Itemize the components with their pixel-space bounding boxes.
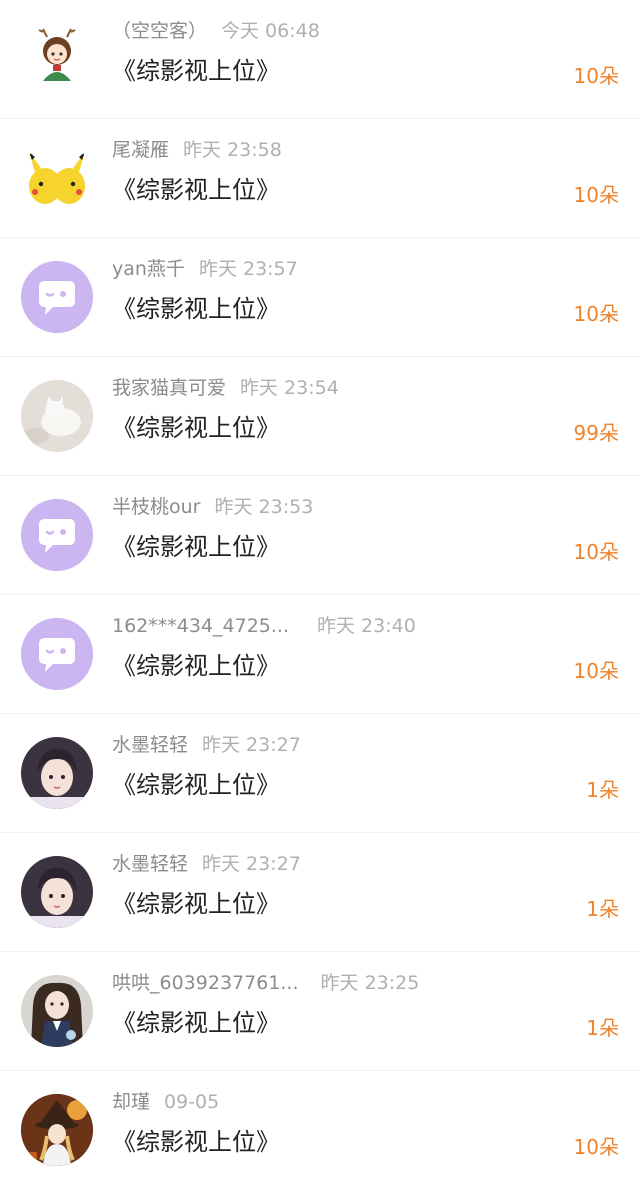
user-name[interactable]: 我家猫真可爱 — [112, 377, 226, 399]
book-title: 《综影视上位》 — [112, 652, 280, 680]
list-item[interactable]: 哄哄_6039237761... 昨天 23:25 《综影视上位》 1朵 — [0, 952, 640, 1071]
item-meta: 水墨轻轻 昨天 23:27 — [112, 733, 301, 757]
book-title: 《综影视上位》 — [112, 414, 280, 442]
flower-count: 10朵 — [573, 1135, 619, 1159]
list-item[interactable]: 我家猫真可爱 昨天 23:54 《综影视上位》 99朵 — [0, 357, 640, 476]
item-meta: 我家猫真可爱 昨天 23:54 — [112, 376, 339, 400]
avatar[interactable] — [21, 975, 93, 1047]
avatar[interactable] — [21, 618, 93, 690]
book-title: 《综影视上位》 — [112, 176, 280, 204]
avatar[interactable] — [21, 142, 93, 214]
gift-list: （空空客） 今天 06:48 《综影视上位》 10朵 尾凝雁昨天 23:58 — [0, 0, 640, 1186]
flower-count: 1朵 — [586, 1016, 619, 1040]
avatar[interactable] — [21, 380, 93, 452]
default-chat-avatar-icon — [21, 618, 93, 690]
flower-count: 1朵 — [586, 778, 619, 802]
user-name[interactable]: 尾凝雁 — [112, 139, 169, 161]
item-meta: 尾凝雁 昨天 23:58 — [112, 138, 282, 162]
list-item[interactable]: 水墨轻轻 昨天 23:27 《综影视上位》 1朵 — [0, 714, 640, 833]
item-meta: （空空客） 今天 06:48 — [112, 19, 320, 43]
book-title: 《综影视上位》 — [112, 533, 280, 561]
item-time: 今天 06:48 — [221, 20, 320, 42]
flower-count: 10朵 — [573, 302, 619, 326]
list-item[interactable]: 半枝桃our 昨天 23:53 《综影视上位》 10朵 — [0, 476, 640, 595]
item-time: 昨天 23:58 — [183, 139, 282, 161]
cartoon-girl-antlers-icon — [21, 23, 93, 95]
book-title: 《综影视上位》 — [112, 1128, 280, 1156]
flower-count: 10朵 — [573, 659, 619, 683]
item-meta: 水墨轻轻 昨天 23:27 — [112, 852, 301, 876]
item-meta: 半枝桃our 昨天 23:53 — [112, 495, 313, 519]
user-name[interactable]: 162***434_4725... — [112, 615, 289, 637]
book-title: 《综影视上位》 — [112, 295, 280, 323]
avatar[interactable] — [21, 856, 93, 928]
item-time: 09-05 — [164, 1091, 220, 1113]
item-meta: yan燕千 昨天 23:57 — [112, 257, 298, 281]
avatar[interactable] — [21, 737, 93, 809]
list-item[interactable]: 162***434_4725... 昨天 23:40 《综影视上位》 10朵 — [0, 595, 640, 714]
item-time: 昨天 23:40 — [317, 615, 416, 637]
book-title: 《综影视上位》 — [112, 890, 280, 918]
white-cat-photo-icon — [21, 380, 93, 452]
default-chat-avatar-icon — [21, 261, 93, 333]
book-title: 《综影视上位》 — [112, 57, 280, 85]
user-name[interactable]: （空空客） — [112, 20, 207, 42]
avatar[interactable] — [21, 499, 93, 571]
user-name[interactable]: 却瑾 — [112, 1091, 150, 1113]
item-meta: 却瑾 09-05 — [112, 1090, 219, 1114]
avatar[interactable] — [21, 261, 93, 333]
list-item[interactable]: （空空客） 今天 06:48 《综影视上位》 10朵 — [0, 0, 640, 119]
girl-uniform-photo-icon — [21, 975, 93, 1047]
list-item[interactable]: 却瑾 09-05 《综影视上位》 10朵 — [0, 1071, 640, 1190]
user-name[interactable]: 水墨轻轻 — [112, 853, 188, 875]
user-name[interactable]: 半枝桃our — [112, 496, 200, 518]
avatar[interactable] — [21, 23, 93, 95]
girl-portrait-icon — [21, 737, 93, 809]
pikachu-pair-icon — [21, 142, 93, 214]
item-time: 昨天 23:53 — [214, 496, 314, 518]
item-meta: 162***434_4725... 昨天 23:40 — [112, 614, 416, 638]
user-name[interactable]: yan燕千 — [112, 258, 185, 280]
default-chat-avatar-icon — [21, 499, 93, 571]
flower-count: 1朵 — [586, 897, 619, 921]
item-time: 昨天 23:27 — [202, 734, 301, 756]
list-item[interactable]: 尾凝雁 昨天 23:58 《综影视上位》 10朵 — [0, 119, 640, 238]
book-title: 《综影视上位》 — [112, 1009, 280, 1037]
avatar[interactable] — [21, 1094, 93, 1166]
flower-count: 10朵 — [573, 540, 619, 564]
item-time: 昨天 23:54 — [240, 377, 339, 399]
list-item[interactable]: yan燕千 昨天 23:57 《综影视上位》 10朵 — [0, 238, 640, 357]
flower-count: 10朵 — [573, 64, 619, 88]
user-name[interactable]: 水墨轻轻 — [112, 734, 188, 756]
item-meta: 哄哄_6039237761... 昨天 23:25 — [112, 971, 419, 995]
item-time: 昨天 23:27 — [202, 853, 301, 875]
item-time: 昨天 23:57 — [198, 258, 298, 280]
flower-count: 10朵 — [573, 183, 619, 207]
girl-portrait-icon — [21, 856, 93, 928]
list-item[interactable]: 水墨轻轻 昨天 23:27 《综影视上位》 1朵 — [0, 833, 640, 952]
flower-count: 99朵 — [573, 421, 619, 445]
anime-witch-icon — [21, 1094, 93, 1166]
item-time: 昨天 23:25 — [320, 972, 420, 994]
book-title: 《综影视上位》 — [112, 771, 280, 799]
user-name[interactable]: 哄哄_6039237761... — [112, 972, 299, 994]
